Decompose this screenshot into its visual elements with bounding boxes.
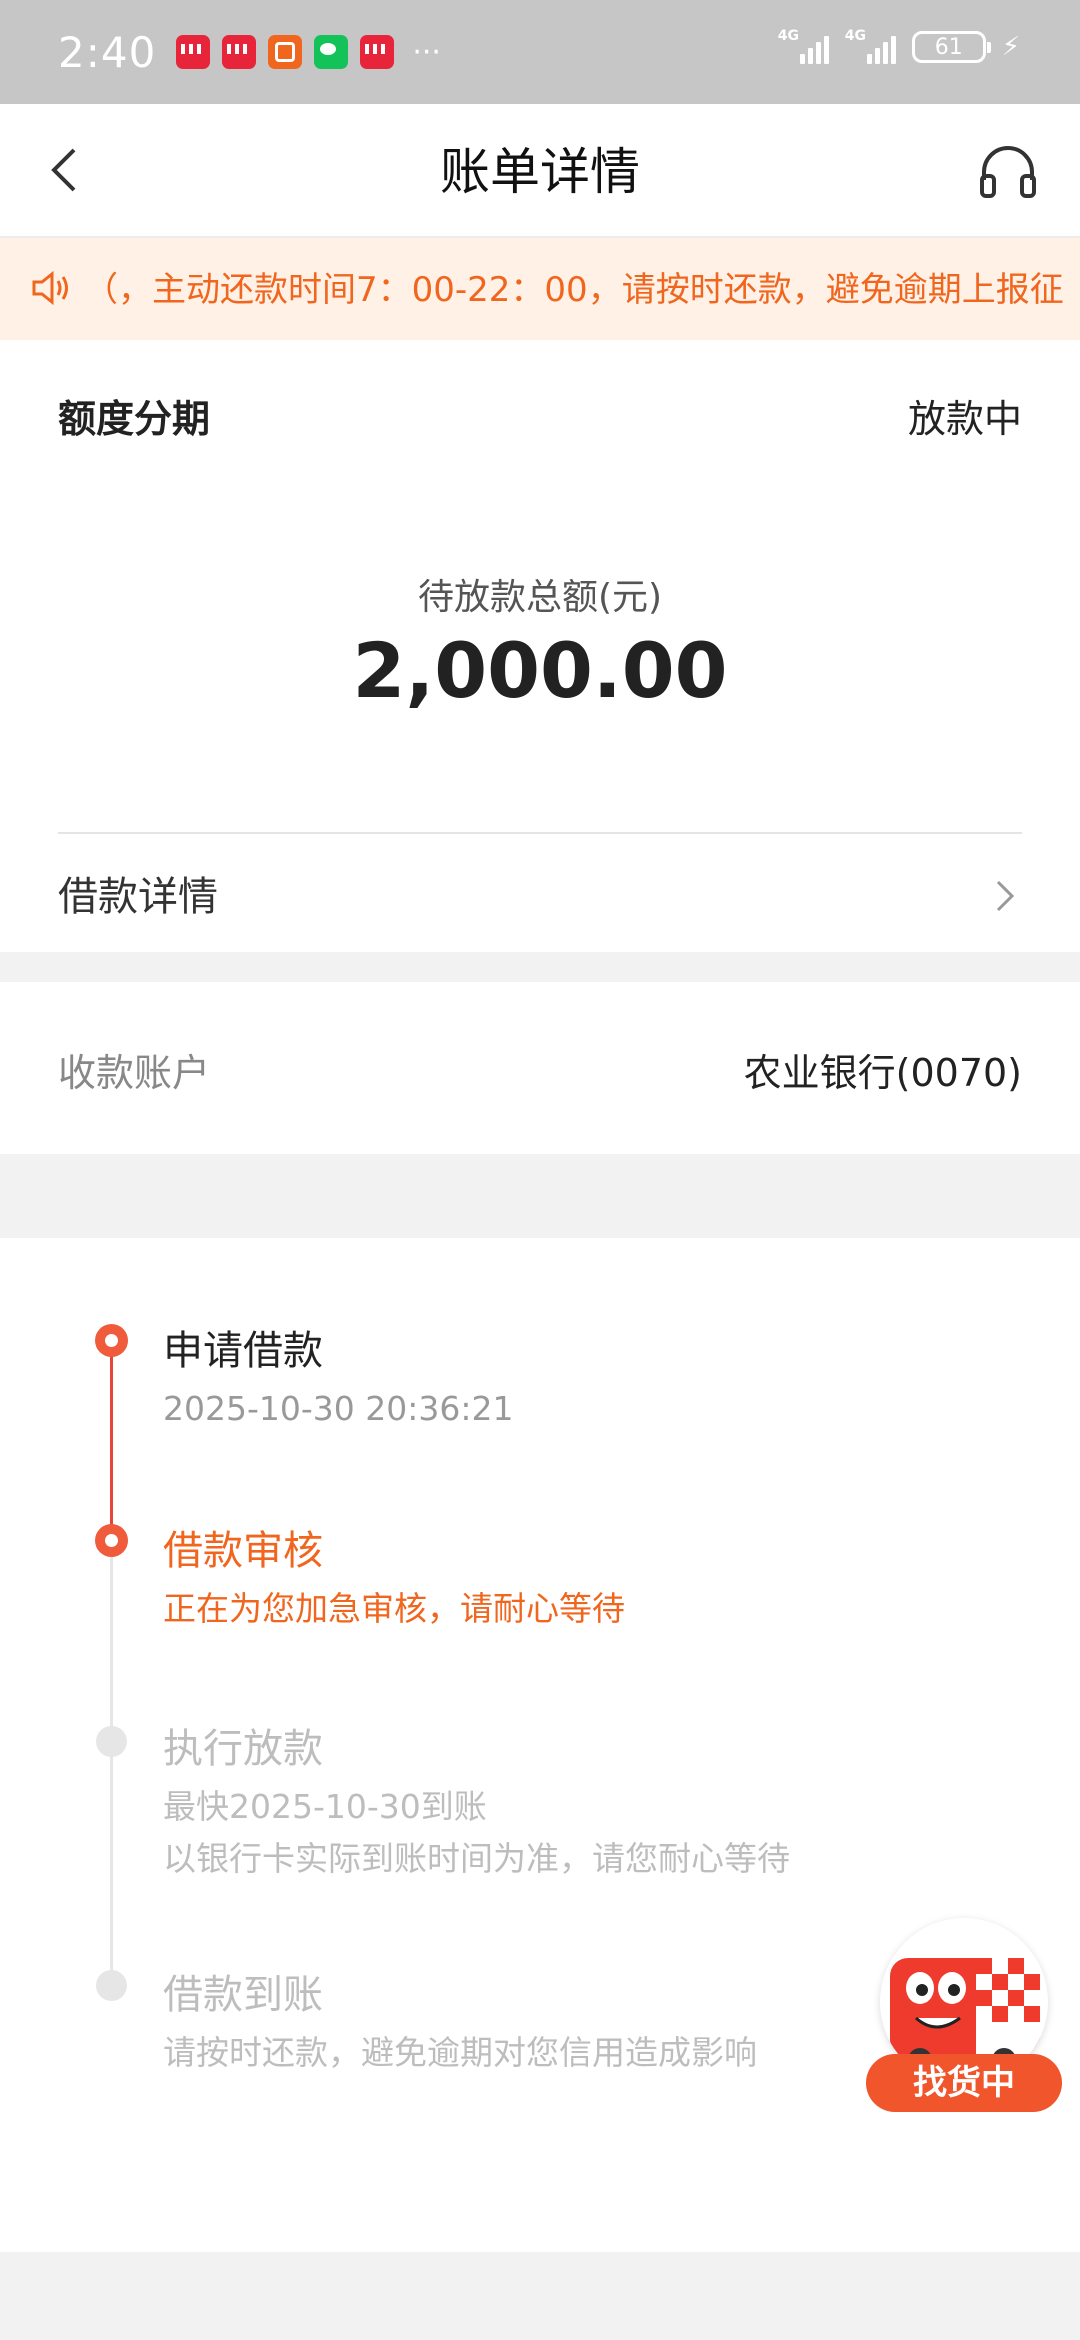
chevron-right-icon[interactable] xyxy=(994,878,1018,914)
more-notifications-icon: ··· xyxy=(412,34,441,70)
status-bar: 2:40 ··· 4G 4G 61 ⚡ xyxy=(0,0,1080,104)
nav-bar: 账单详情 xyxy=(0,104,1080,238)
loan-summary-card: 额度分期 放款中 待放款总额(元) 2,000.00 借款详情 xyxy=(0,340,1080,952)
account-label: 收款账户 xyxy=(58,1051,211,1095)
battery-icon: 61 xyxy=(911,31,991,63)
red-app-icon xyxy=(222,35,257,69)
network-type-label: 4G xyxy=(844,28,866,44)
account-card: 收款账户 农业银行(0070) xyxy=(0,982,1080,1154)
signal-icon: 4G xyxy=(777,28,829,64)
notification-icons: ··· xyxy=(176,35,441,70)
orange-app-icon xyxy=(268,35,303,69)
account-value: 农业银行(0070) xyxy=(743,1051,1022,1095)
battery-level: 61 xyxy=(934,34,963,60)
step-title: 借款审核 xyxy=(163,1528,323,1574)
speaker-icon xyxy=(32,270,68,306)
amount-value: 2,000.00 xyxy=(352,626,728,715)
step-title: 申请借款 xyxy=(163,1328,323,1374)
status-time: 2:40 xyxy=(58,27,157,77)
timeline-line-completed xyxy=(110,1348,113,1552)
timeline-dot-active xyxy=(95,1324,128,1357)
network-type-label: 4G xyxy=(777,28,799,44)
finding-cargo-label[interactable]: 找货中 xyxy=(866,2054,1062,2112)
loan-status: 放款中 xyxy=(907,397,1022,441)
step-desc: 最快2025-10-30到账 xyxy=(163,1787,487,1826)
red-app-icon xyxy=(360,35,395,69)
divider xyxy=(58,832,1022,834)
timeline-dot-pending xyxy=(96,1970,127,2001)
product-name: 额度分期 xyxy=(58,397,211,441)
signal-icon: 4G xyxy=(844,28,896,64)
loan-detail-link[interactable]: 借款详情 xyxy=(58,864,218,922)
page-title: 账单详情 xyxy=(440,143,640,201)
step-time: 2025-10-30 20:36:21 xyxy=(163,1389,514,1428)
wechat-icon xyxy=(314,35,349,69)
notice-banner[interactable]: （，主动还款时间7：00-22：00，请按时还款，避免逾期上报征 xyxy=(0,238,1080,340)
step-desc: 请按时还款，避免逾期对您信用造成影响 xyxy=(163,2033,757,2072)
step-desc: 正在为您加急审核，请耐心等待 xyxy=(163,1589,625,1628)
timeline-dot-pending xyxy=(96,1726,127,1757)
step-title: 借款到账 xyxy=(163,1972,323,2018)
customer-service-icon[interactable] xyxy=(976,140,1040,204)
amount-label: 待放款总额(元) xyxy=(417,577,663,618)
step-title: 执行放款 xyxy=(163,1726,323,1772)
floating-truck-badge[interactable]: 找货中 xyxy=(866,1918,1062,2114)
timeline-dot-active xyxy=(95,1524,128,1557)
charging-icon: ⚡ xyxy=(1001,32,1020,62)
red-app-icon xyxy=(176,35,211,69)
status-right: 4G 4G 61 ⚡ xyxy=(777,28,1020,64)
notice-text: （，主动还款时间7：00-22：00，请按时还款，避免逾期上报征 xyxy=(84,270,1064,310)
step-desc: 以银行卡实际到账时间为准，请您耐心等待 xyxy=(163,1839,790,1878)
timeline-line-pending xyxy=(110,1552,113,1972)
